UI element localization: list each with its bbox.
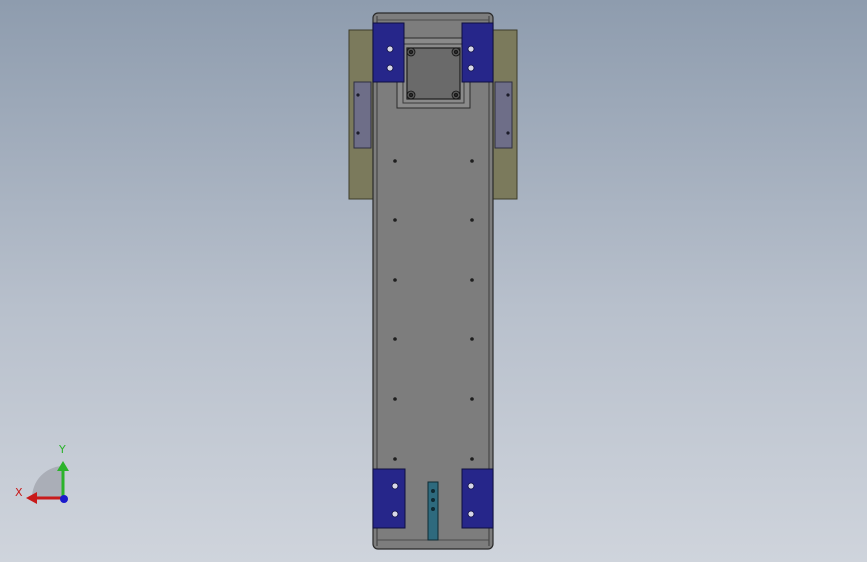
view-triad (26, 461, 69, 504)
bottom-carriage-plate-left[interactable] (372, 468, 406, 529)
triad-y-label: Y (59, 443, 66, 456)
bottom-carriage-plate-right[interactable] (461, 468, 494, 529)
linear-module-model[interactable] (0, 0, 867, 562)
motor-body[interactable] (406, 47, 461, 100)
side-rail-left[interactable] (353, 81, 372, 149)
triad-x-arrowhead (26, 492, 37, 504)
triad-x-label: X (15, 486, 23, 499)
top-carriage-plate-right[interactable] (461, 22, 494, 83)
top-carriage-plate-left[interactable] (372, 22, 405, 83)
cad-graphics-viewport[interactable]: Y X (0, 0, 867, 562)
side-rail-right[interactable] (494, 81, 513, 149)
triad-z-axis (60, 495, 68, 503)
sensor-block-holes (431, 489, 435, 511)
triad-y-arrowhead (57, 461, 69, 471)
